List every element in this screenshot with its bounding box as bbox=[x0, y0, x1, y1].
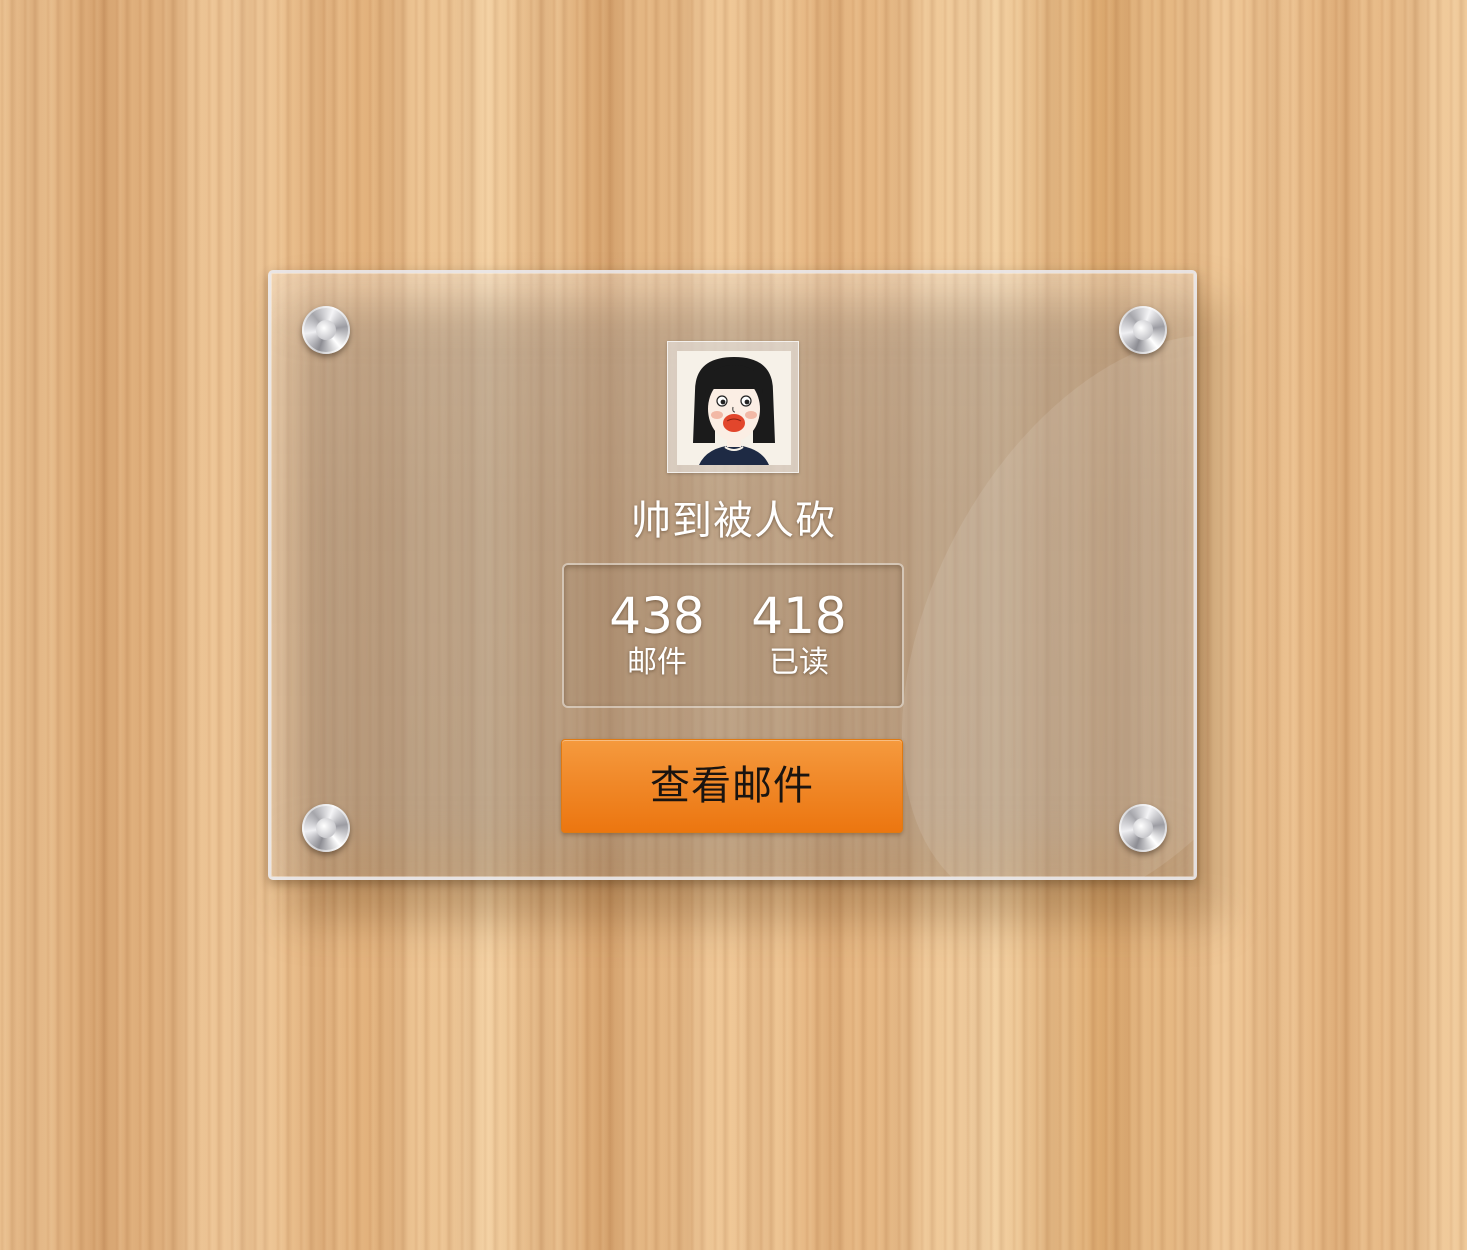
avatar-frame[interactable] bbox=[667, 341, 799, 473]
username: 帅到被人砍 bbox=[631, 498, 836, 544]
cartoon-girl-avatar-icon bbox=[677, 351, 791, 465]
bottom-right-bolt-icon bbox=[1119, 804, 1167, 852]
view-mail-button[interactable]: 查看邮件 bbox=[561, 739, 903, 833]
read-label: 已读 bbox=[769, 645, 829, 680]
top-left-bolt-icon bbox=[302, 306, 350, 354]
top-right-bolt-icon bbox=[1119, 306, 1167, 354]
mail-count: 438 bbox=[609, 587, 705, 645]
read-stat[interactable]: 418 已读 bbox=[734, 587, 864, 681]
avatar bbox=[677, 351, 791, 465]
stats-panel: 438 邮件 418 已读 bbox=[562, 563, 904, 708]
mail-label: 邮件 bbox=[627, 645, 687, 680]
bottom-left-bolt-icon bbox=[302, 804, 350, 852]
mail-stat[interactable]: 438 邮件 bbox=[592, 587, 722, 681]
read-count: 418 bbox=[751, 587, 847, 645]
